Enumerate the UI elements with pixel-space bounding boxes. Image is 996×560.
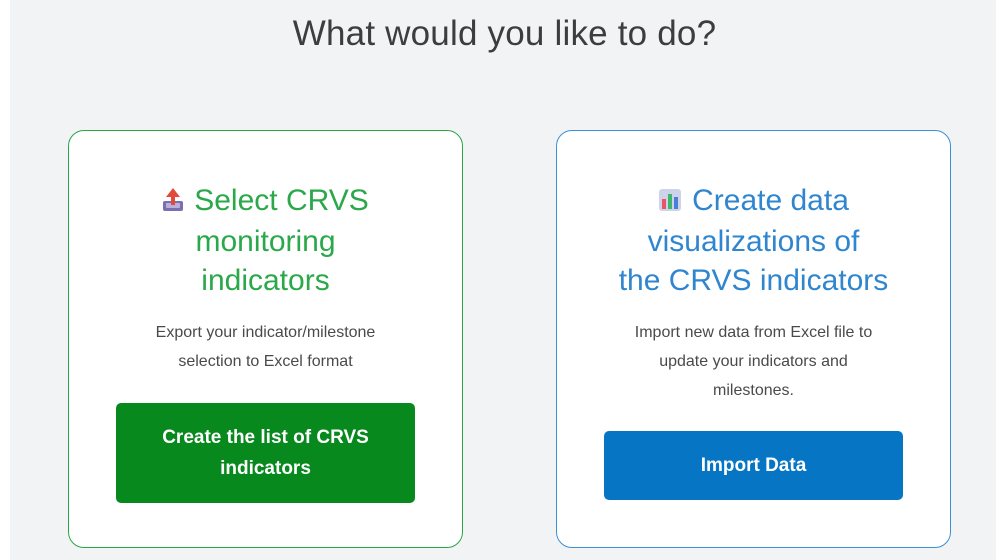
import-data-button[interactable]: Import Data bbox=[604, 431, 903, 500]
card-title: Select CRVS monitoring indicators bbox=[99, 181, 432, 300]
create-list-button[interactable]: Create the list of CRVS indicators bbox=[116, 403, 415, 503]
card-description: Import new data from Excel file to updat… bbox=[587, 318, 920, 405]
card-description-line: Export your indicator/milestone bbox=[155, 324, 376, 341]
button-label: Create the list of CRVS indicators bbox=[162, 422, 369, 484]
content-panel: What would you like to do? Select CRVS m… bbox=[10, 0, 996, 560]
card-title: Create data visualizations of the CRVS i… bbox=[587, 181, 920, 300]
card-description-line: Import new data from Excel file to bbox=[634, 324, 873, 341]
card-description-line: update your indicators and bbox=[659, 353, 848, 370]
select-indicators-card: Select CRVS monitoring indicators Export… bbox=[68, 130, 463, 548]
card-title-line: monitoring bbox=[195, 225, 336, 258]
card-title-line: Select CRVS bbox=[194, 184, 369, 217]
button-label: Import Data bbox=[700, 455, 807, 476]
card-description-line: selection to Excel format bbox=[178, 353, 353, 370]
button-label-line: indicators bbox=[220, 458, 311, 479]
card-title-line: Create data bbox=[692, 184, 849, 217]
export-tray-icon bbox=[162, 183, 184, 222]
create-visualizations-card: Create data visualizations of the CRVS i… bbox=[556, 130, 951, 548]
card-description: Export your indicator/milestone selectio… bbox=[99, 318, 432, 376]
card-title-line: indicators bbox=[201, 264, 330, 297]
button-label-line: Create the list of CRVS bbox=[162, 427, 369, 448]
bar-chart-icon bbox=[658, 183, 682, 222]
card-title-line: the CRVS indicators bbox=[618, 264, 889, 297]
page-heading: What would you like to do? bbox=[292, 14, 717, 53]
card-title-line: visualizations of bbox=[647, 225, 860, 258]
card-description-line: milestones. bbox=[713, 382, 794, 399]
